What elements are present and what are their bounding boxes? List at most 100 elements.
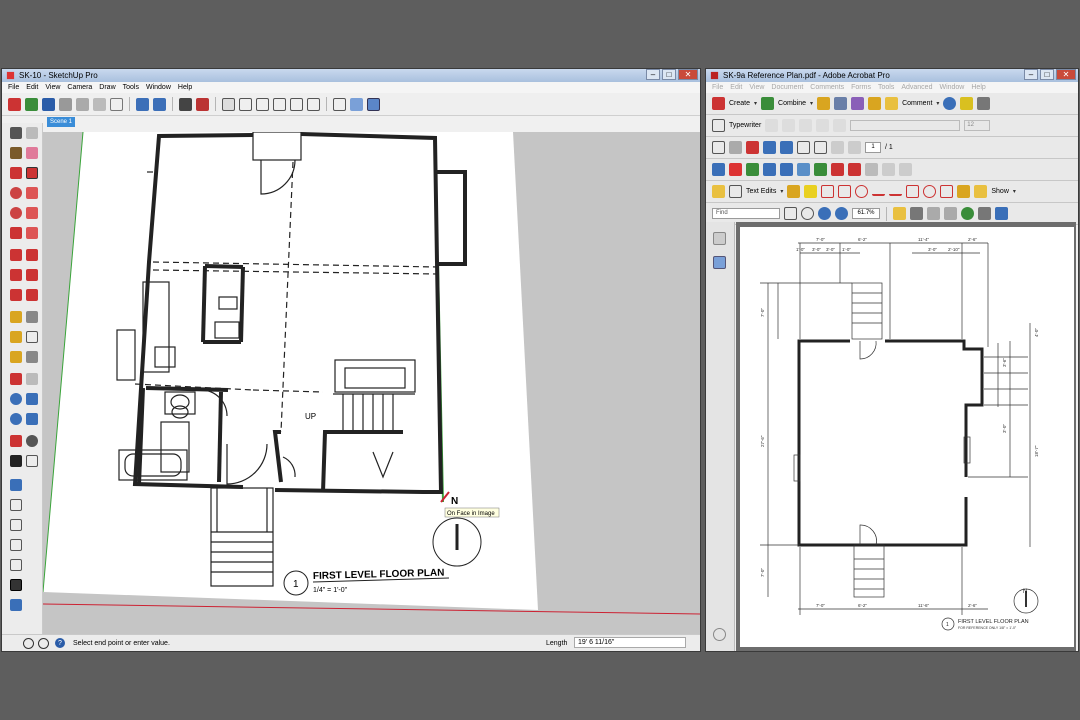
credits-icon[interactable] — [23, 637, 34, 649]
iso-view-icon[interactable] — [222, 97, 235, 111]
email-icon[interactable] — [927, 207, 940, 220]
menu-window[interactable]: Window — [146, 84, 171, 91]
print-icon[interactable] — [910, 207, 923, 220]
3d-text-icon[interactable] — [26, 351, 38, 363]
shaded-icon[interactable] — [367, 97, 380, 111]
replace-icon[interactable] — [797, 163, 810, 176]
attach-icon[interactable] — [865, 163, 878, 176]
menu-file[interactable]: File — [8, 84, 19, 91]
arc-2pt-icon[interactable] — [26, 227, 38, 239]
hand-icon[interactable] — [784, 207, 797, 220]
textbox-icon[interactable] — [838, 185, 852, 198]
menu-document[interactable]: Document — [771, 84, 803, 91]
walk-icon[interactable] — [10, 455, 22, 467]
zoom-extents-icon[interactable] — [10, 413, 22, 425]
bookmarks-panel-icon[interactable] — [713, 256, 726, 269]
layers-icon[interactable] — [977, 97, 991, 110]
pie-icon[interactable] — [10, 227, 22, 239]
move-icon[interactable] — [10, 249, 22, 261]
follow-me-icon[interactable] — [26, 269, 38, 281]
extract-icon[interactable] — [899, 163, 912, 176]
combine-button[interactable]: Combine — [778, 100, 806, 107]
stamp-comment-icon[interactable] — [787, 185, 801, 198]
xray-icon[interactable] — [333, 97, 346, 111]
menu-help[interactable]: Help — [971, 84, 985, 91]
stamp-icon[interactable] — [10, 539, 22, 551]
paint-bucket-icon[interactable] — [10, 147, 22, 159]
text-edits-button[interactable]: Text Edits — [746, 188, 776, 195]
menu-tools[interactable]: Tools — [123, 84, 139, 91]
maximize-button[interactable]: □ — [1040, 69, 1054, 80]
edit-object-icon[interactable] — [712, 163, 725, 176]
scale-icon[interactable] — [10, 289, 22, 301]
pan-icon[interactable] — [26, 373, 38, 385]
collaborate-icon[interactable] — [961, 207, 974, 220]
rotate-icon[interactable] — [10, 269, 22, 281]
polygon-tool-icon[interactable] — [940, 185, 954, 198]
instructor-icon[interactable]: ? — [55, 638, 65, 648]
line-spacing-icon[interactable] — [799, 119, 813, 132]
previous-page-icon[interactable] — [831, 141, 844, 154]
image-edit-icon[interactable] — [729, 163, 742, 176]
font-smaller-icon[interactable] — [765, 119, 779, 132]
text-color-icon[interactable] — [833, 119, 847, 132]
menu-advanced[interactable]: Advanced — [901, 84, 932, 91]
protractor-icon[interactable] — [10, 331, 22, 343]
menu-comments[interactable]: Comments — [810, 84, 844, 91]
zoom-window-icon[interactable] — [26, 393, 38, 405]
export-icon[interactable] — [814, 163, 827, 176]
undo-icon[interactable] — [136, 97, 149, 111]
font-larger-icon[interactable] — [782, 119, 796, 132]
close-button[interactable]: ✕ — [678, 69, 698, 80]
page-icon[interactable] — [763, 163, 776, 176]
delete-icon[interactable] — [848, 163, 861, 176]
menu-edit[interactable]: Edit — [730, 84, 742, 91]
arrow-icon[interactable] — [872, 188, 886, 196]
menu-tools[interactable]: Tools — [878, 84, 894, 91]
note-icon[interactable] — [712, 185, 725, 198]
get-models-icon[interactable] — [8, 97, 21, 111]
right-view-icon[interactable] — [273, 97, 286, 111]
menu-file[interactable]: File — [712, 84, 723, 91]
line-spacing-icon-2[interactable] — [816, 119, 830, 132]
stamp-tool-icon[interactable] — [831, 163, 844, 176]
comment-button[interactable]: Comment — [902, 100, 932, 107]
redo-icon[interactable] — [153, 97, 166, 111]
font-size-select[interactable]: 12 — [964, 120, 991, 131]
eraser-icon[interactable] — [26, 147, 38, 159]
sign-icon[interactable] — [834, 97, 848, 110]
user-icon[interactable] — [38, 637, 49, 649]
cut-icon[interactable] — [59, 97, 72, 111]
rotate-icon[interactable] — [882, 163, 895, 176]
line-tool-icon[interactable] — [889, 188, 903, 196]
top-view-icon[interactable] — [239, 97, 252, 111]
font-select[interactable] — [850, 120, 961, 131]
circle-icon[interactable] — [10, 187, 22, 199]
previous-view-icon[interactable] — [26, 413, 38, 425]
magnet-icon[interactable] — [746, 141, 759, 154]
fit-width-icon[interactable] — [995, 207, 1008, 220]
typewriter-button[interactable]: Typewriter — [729, 122, 761, 129]
menu-help[interactable]: Help — [178, 84, 192, 91]
polygon-icon[interactable] — [10, 207, 22, 219]
line-icon[interactable] — [26, 167, 38, 179]
zoom-tool-icon[interactable] — [801, 207, 814, 220]
copy-icon[interactable] — [76, 97, 89, 111]
wireframe-icon[interactable] — [350, 97, 363, 111]
geo-location-icon[interactable] — [8, 637, 21, 650]
snapshot-icon[interactable] — [763, 141, 776, 154]
pages-panel-icon[interactable] — [713, 232, 726, 245]
attachments-panel-icon[interactable] — [713, 628, 726, 641]
measure-icon[interactable] — [960, 97, 974, 110]
arc-icon[interactable] — [26, 187, 38, 199]
left-view-icon[interactable] — [307, 97, 320, 111]
link-icon[interactable] — [780, 141, 793, 154]
menu-camera[interactable]: Camera — [67, 84, 92, 91]
find-input[interactable]: Find — [712, 208, 780, 219]
open-icon[interactable] — [25, 97, 38, 111]
oval-tool-icon[interactable] — [923, 185, 937, 198]
open-folder-icon[interactable] — [893, 207, 906, 220]
chart-icon[interactable] — [746, 163, 759, 176]
cloud-icon[interactable] — [855, 185, 869, 198]
article-icon[interactable] — [814, 141, 827, 154]
